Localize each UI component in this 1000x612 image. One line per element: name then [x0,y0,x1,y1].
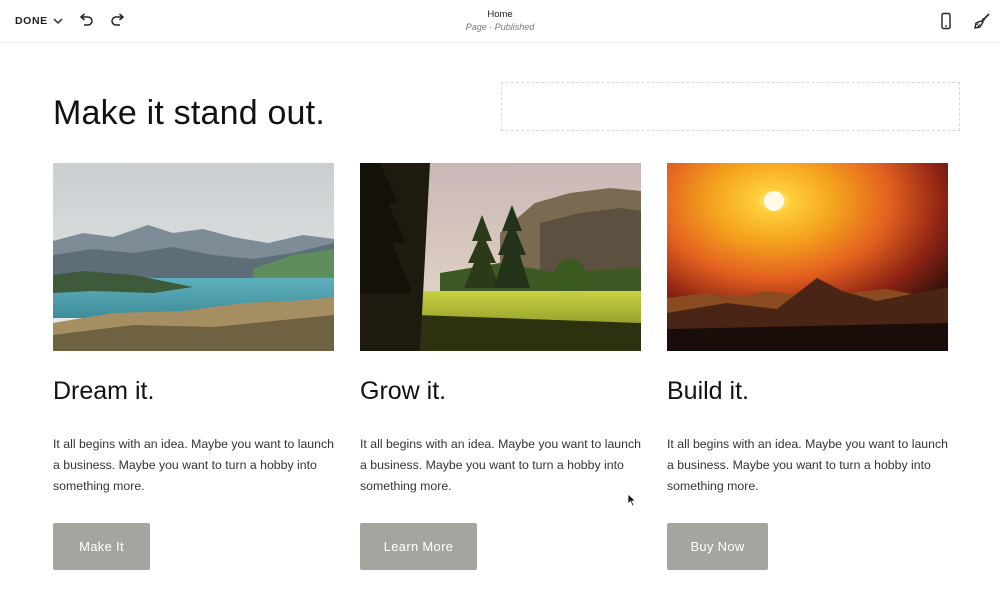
card-body[interactable]: It all begins with an idea. Maybe you wa… [360,434,641,497]
card-title[interactable]: Build it. [667,377,749,406]
make-it-button[interactable]: Make It [53,523,150,570]
done-label: DONE [15,15,48,27]
editor-toolbar: DONE Home Page · Published [0,0,1000,43]
paintbrush-icon[interactable] [972,11,992,31]
hero-headline[interactable]: Make it stand out. [53,94,325,133]
mouse-cursor-icon [627,493,637,507]
sunset-mountains-photo[interactable] [667,163,948,351]
feature-card: Dream it. It all begins with an idea. Ma… [53,163,334,570]
empty-content-block[interactable] [501,82,960,131]
buy-now-button[interactable]: Buy Now [667,523,768,570]
card-body[interactable]: It all begins with an idea. Maybe you wa… [667,434,948,497]
mountain-lake-photo[interactable] [53,163,334,351]
forest-meadow-photo[interactable] [360,163,641,351]
page-status: Page · Published [465,22,535,32]
mobile-view-icon[interactable] [936,11,956,31]
chevron-down-icon [53,18,63,24]
feature-card: Grow it. It all begins with an idea. May… [360,163,641,570]
card-title[interactable]: Grow it. [360,377,446,406]
page-title: Home [487,9,513,20]
feature-card: Build it. It all begins with an idea. Ma… [667,163,948,570]
card-body[interactable]: It all begins with an idea. Maybe you wa… [53,434,334,497]
done-button[interactable]: DONE [15,13,63,29]
undo-icon[interactable] [76,11,96,31]
learn-more-button[interactable]: Learn More [360,523,477,570]
redo-icon[interactable] [108,11,128,31]
card-title[interactable]: Dream it. [53,377,154,406]
